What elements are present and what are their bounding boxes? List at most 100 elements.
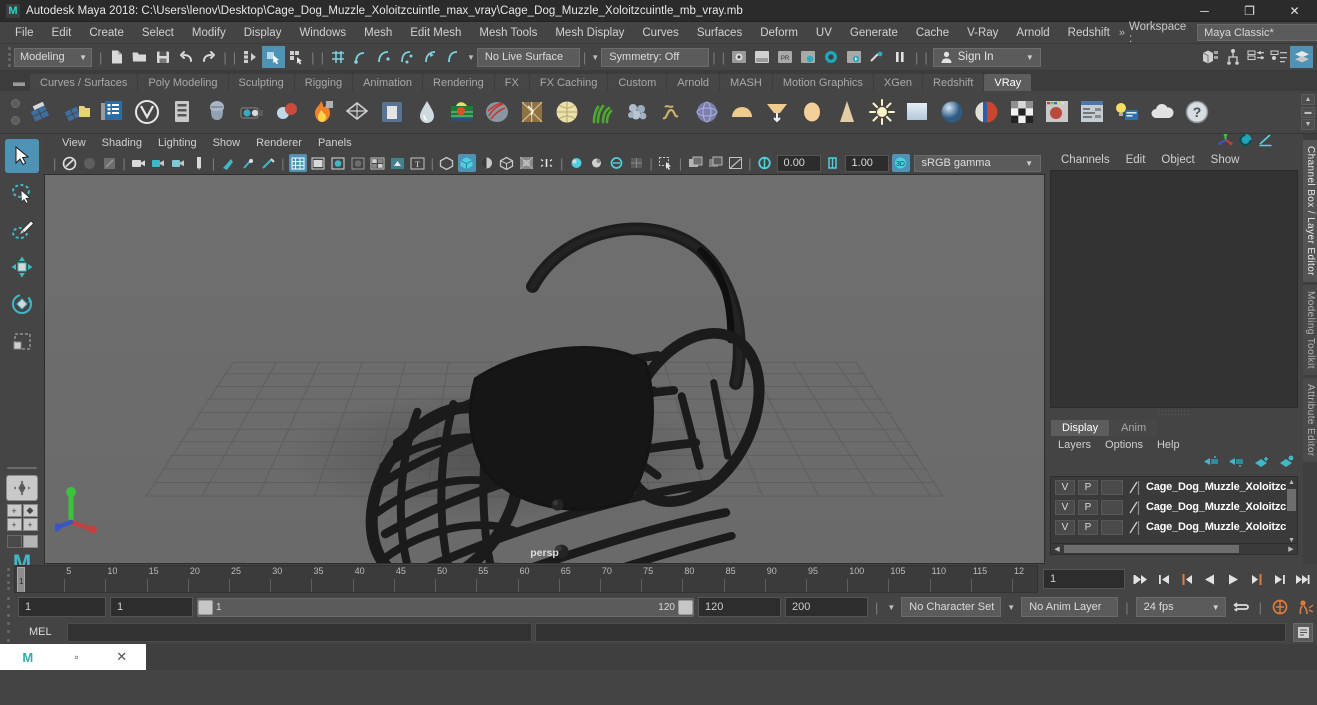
three-d-viewport[interactable]: persp (44, 174, 1045, 564)
scroll-left-icon[interactable]: ◀ (1051, 545, 1063, 553)
menu-create[interactable]: Create (80, 24, 133, 42)
shadows-icon[interactable]: T (409, 154, 427, 172)
scroll-thumb[interactable] (1064, 545, 1239, 553)
current-frame-field[interactable]: 1 (1043, 569, 1125, 589)
chevron-down-icon[interactable]: ▼ (591, 53, 599, 62)
chevron-down-icon[interactable]: ▼ (887, 603, 895, 612)
range-slider[interactable]: 1 120 (197, 597, 694, 617)
go-to-start-icon[interactable] (1130, 568, 1152, 590)
layer-list-vertical-scrollbar[interactable]: ▲ ▼ (1286, 477, 1297, 544)
scroll-down-icon[interactable]: ▼ (1286, 535, 1297, 544)
play-forwards-icon[interactable] (1222, 568, 1244, 590)
xray-joints-icon[interactable] (259, 154, 277, 172)
vtab-channel-box-layer-editor[interactable]: Channel Box / Layer Editor (1303, 140, 1317, 282)
script-language-label[interactable]: MEL (17, 626, 64, 638)
minimize-button[interactable]: ─ (1182, 0, 1227, 22)
rotate-tool-button[interactable] (5, 287, 39, 321)
menu-mesh-display[interactable]: Mesh Display (546, 24, 633, 42)
duplicate-view-icon[interactable] (706, 154, 724, 172)
layer-menu-options[interactable]: Options (1098, 438, 1150, 452)
vray-sunlight-icon[interactable] (865, 95, 899, 129)
layer-playback-toggle[interactable]: P (1078, 499, 1098, 515)
time-slider[interactable]: 1 5 10 15 20 25 30 35 40 45 50 55 60 65 70 75 80 85 90 95 1… (14, 565, 1038, 593)
scroll-up-icon[interactable]: ▲ (1286, 477, 1297, 487)
hypergraph-sidebar-button[interactable] (1221, 46, 1244, 68)
channel-box-list[interactable] (1050, 170, 1298, 408)
shelf-menu-icon[interactable]: ▬ (10, 73, 28, 91)
tool-settings-sidebar-button[interactable] (1267, 46, 1290, 68)
vray-mesh-light-icon[interactable] (340, 95, 374, 129)
vray-grass-icon[interactable] (585, 95, 619, 129)
multisample-aa-icon[interactable] (478, 154, 496, 172)
menu-vray[interactable]: V-Ray (958, 24, 1007, 42)
layer-visibility-toggle[interactable]: V (1055, 479, 1075, 495)
layer-menu-help[interactable]: Help (1150, 438, 1187, 452)
layout-persp-hypershade-button[interactable]: + (22, 518, 38, 531)
scroll-right-icon[interactable]: ▶ (1285, 545, 1297, 553)
menu-uv[interactable]: UV (807, 24, 841, 42)
command-input-field[interactable] (66, 622, 532, 642)
layer-display-type-toggle[interactable] (1101, 479, 1123, 495)
vray-material-preview-icon[interactable] (1040, 95, 1074, 129)
layer-visibility-toggle[interactable]: V (1055, 519, 1075, 535)
make-live-button[interactable] (442, 46, 465, 68)
select-objects-icon[interactable] (657, 154, 675, 172)
toggle-ipr-refresh-button[interactable] (866, 46, 889, 68)
layer-color-swatch[interactable] (1126, 500, 1140, 515)
step-back-frame-icon[interactable] (1176, 568, 1198, 590)
layer-color-swatch[interactable] (1126, 520, 1140, 535)
open-scene-button[interactable] (128, 46, 151, 68)
ipr-render-button[interactable] (751, 46, 774, 68)
snap-to-curve-button[interactable] (350, 46, 373, 68)
workspace-dropdown[interactable]: Maya Classic* ▼ (1197, 24, 1317, 41)
shelf-tab-sculpting[interactable]: Sculpting (228, 74, 294, 91)
vray-fur-icon[interactable] (480, 95, 514, 129)
shelf-tab-motion-graphics[interactable]: Motion Graphics (772, 74, 873, 91)
menu-mesh[interactable]: Mesh (355, 24, 401, 42)
attribute-editor-sidebar-button[interactable] (1244, 46, 1267, 68)
viewport-menu-shading[interactable]: Shading (94, 135, 150, 151)
pause-ipr-button[interactable] (889, 46, 912, 68)
exposure-field[interactable]: 0.00 (776, 154, 821, 172)
vray-vfb-icon[interactable] (95, 95, 129, 129)
vray-camera-icon[interactable] (235, 95, 269, 129)
shelf-tab-vray[interactable]: VRay (984, 74, 1032, 91)
graph-editor-icon[interactable] (1258, 133, 1273, 152)
layer-name[interactable]: Cage_Dog_Muzzle_Xoloitzcu (1143, 521, 1293, 533)
range-end-time-field[interactable]: 120 (697, 597, 781, 617)
undo-button[interactable] (174, 46, 197, 68)
vray-sphere-material-icon[interactable] (935, 95, 969, 129)
menu-surfaces[interactable]: Surfaces (688, 24, 751, 42)
motion-blur-icon[interactable] (457, 154, 476, 172)
snap-to-point-button[interactable] (373, 46, 396, 68)
channel-box-icon[interactable] (1238, 133, 1253, 152)
menu-edit[interactable]: Edit (43, 24, 81, 42)
menu-windows[interactable]: Windows (290, 24, 355, 42)
menu-file[interactable]: File (6, 24, 43, 42)
select-tool-button[interactable] (5, 139, 39, 173)
color-space-3d-lut-icon[interactable]: 3D (891, 154, 910, 172)
menu-redshift[interactable]: Redshift (1059, 24, 1119, 42)
statusline-grip[interactable] (4, 46, 14, 68)
shelf-scroll-menu-icon[interactable]: ▬ (1301, 106, 1315, 118)
move-layer-up-icon[interactable] (1203, 455, 1220, 473)
play-backwards-icon[interactable] (1199, 568, 1221, 590)
save-scene-button[interactable] (151, 46, 174, 68)
menu-deform[interactable]: Deform (751, 24, 807, 42)
vray-sun-icon[interactable] (795, 95, 829, 129)
lasso-select-tool-button[interactable] (5, 176, 39, 210)
viewport-menu-renderer[interactable]: Renderer (248, 135, 310, 151)
gpu-cache-icon[interactable] (587, 154, 605, 172)
vray-properties-icon[interactable] (165, 95, 199, 129)
maximize-button[interactable]: ❐ (1227, 0, 1272, 22)
move-layer-down-icon[interactable] (1228, 455, 1245, 473)
layer-playback-toggle[interactable]: P (1078, 479, 1098, 495)
render-sequence-button[interactable] (843, 46, 866, 68)
scale-tool-button[interactable] (5, 324, 39, 358)
auto-keyframe-icon[interactable] (1269, 596, 1291, 618)
snap-to-view-planes-button[interactable] (419, 46, 442, 68)
render-view-button[interactable] (820, 46, 843, 68)
range-slider-left-handle[interactable] (198, 599, 213, 615)
shaded-with-wireframe-icon[interactable] (329, 154, 347, 172)
menu-modify[interactable]: Modify (183, 24, 235, 42)
